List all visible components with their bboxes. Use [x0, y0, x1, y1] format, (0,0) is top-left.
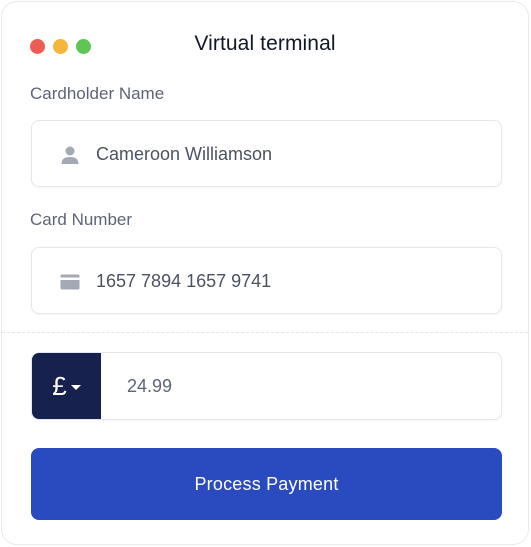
- user-icon: [60, 145, 80, 165]
- cardholder-name-label: Cardholder Name: [30, 84, 165, 103]
- cardholder-name-value: Cameroon Williamson: [96, 144, 273, 164]
- chevron-down-icon: [70, 384, 81, 390]
- amount-field-group: £: [31, 352, 502, 420]
- virtual-terminal-window: Virtual terminal Cardholder Name Cameroo…: [1, 1, 529, 545]
- title-bar: Virtual terminal: [2, 2, 528, 80]
- window-title: Virtual terminal: [194, 32, 336, 55]
- card-number-label: Card Number: [30, 210, 133, 229]
- process-payment-button[interactable]: Process Payment: [31, 448, 502, 520]
- currency-symbol: £: [52, 371, 67, 401]
- credit-card-icon: [60, 272, 80, 292]
- section-divider: [2, 332, 528, 333]
- card-number-value: 1657 7894 1657 9741: [96, 271, 272, 291]
- cardholder-name-field[interactable]: Cameroon Williamson: [31, 120, 502, 187]
- currency-selector[interactable]: £: [32, 353, 101, 419]
- card-number-field[interactable]: 1657 7894 1657 9741: [31, 247, 502, 314]
- amount-input[interactable]: [101, 353, 501, 419]
